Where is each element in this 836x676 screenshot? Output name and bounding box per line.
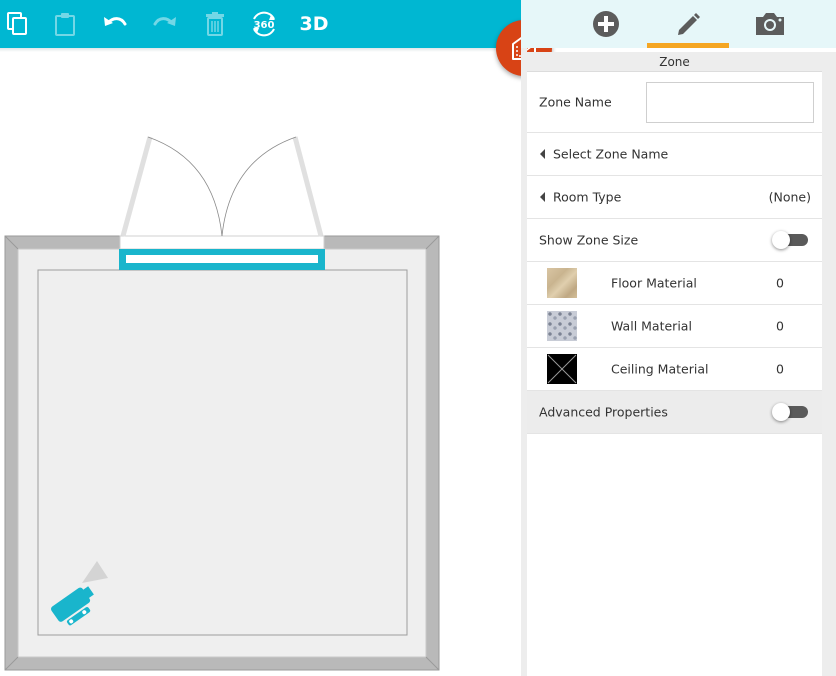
view-3d-button[interactable]: 3D	[296, 6, 332, 42]
zone-name-row: Zone Name	[527, 72, 822, 133]
room-type-row[interactable]: Room Type (None)	[527, 176, 822, 219]
properties-list: Zone Name Select Zone Name Room Type (No…	[527, 72, 822, 434]
wall-material-label: Wall Material	[611, 318, 692, 334]
double-door[interactable]	[119, 136, 325, 270]
zone-name-label: Zone Name	[539, 94, 612, 110]
paste-button[interactable]	[47, 6, 83, 42]
redo-button[interactable]	[147, 6, 183, 42]
panel-tabs	[521, 0, 836, 48]
top-toolbar: 360 3D	[0, 0, 521, 48]
floor-plan-svg	[4, 136, 440, 671]
camera-icon	[756, 13, 784, 35]
advanced-properties-label: Advanced Properties	[539, 404, 668, 420]
advanced-properties-row: Advanced Properties	[527, 391, 822, 434]
floor-material-label: Floor Material	[611, 275, 697, 291]
select-zone-name-row[interactable]: Select Zone Name	[527, 133, 822, 176]
delete-button[interactable]	[197, 6, 233, 42]
select-zone-name-label: Select Zone Name	[553, 146, 669, 162]
trash-icon	[206, 12, 224, 36]
view-3d-label: 3D	[299, 13, 329, 35]
zone-name-input[interactable]	[646, 82, 814, 123]
show-zone-size-toggle[interactable]	[772, 231, 808, 249]
tab-add[interactable]	[565, 0, 647, 48]
redo-icon	[153, 17, 176, 26]
pencil-icon	[678, 13, 700, 35]
wall-material-row[interactable]: Wall Material 0	[527, 305, 822, 348]
ceiling-material-row[interactable]: Ceiling Material 0	[527, 348, 822, 391]
caret-left-icon	[540, 149, 545, 159]
undo-icon	[104, 17, 127, 26]
no-material-icon	[547, 354, 577, 384]
clipboard-icon	[55, 13, 75, 36]
toggle-knob	[772, 403, 790, 421]
advanced-properties-toggle[interactable]	[772, 403, 808, 421]
tab-camera[interactable]	[729, 0, 811, 48]
wall-material-count: 0	[776, 318, 784, 334]
panel-header: Zone	[527, 52, 822, 72]
rotate-360-icon: 360	[253, 11, 275, 37]
view-360-label: 360	[254, 20, 275, 31]
wall-material-swatch[interactable]	[547, 311, 577, 341]
floor-material-swatch[interactable]	[547, 268, 577, 298]
ceiling-material-count: 0	[776, 361, 784, 377]
ceiling-material-swatch[interactable]	[547, 354, 577, 384]
app: 360 3D Zone Zone Name Select Zone Name R…	[0, 0, 836, 676]
show-zone-size-row: Show Zone Size	[527, 219, 822, 262]
toggle-knob	[772, 231, 790, 249]
plus-icon	[593, 11, 619, 37]
copy-button[interactable]	[0, 6, 36, 42]
floor-material-count: 0	[776, 275, 784, 291]
panel-scrollbar[interactable]	[822, 52, 836, 676]
room-type-value: (None)	[768, 189, 811, 205]
room-type-label: Room Type	[553, 189, 622, 205]
view-360-button[interactable]: 360	[246, 6, 282, 42]
floor-plan-canvas[interactable]	[0, 52, 521, 676]
tab-edit[interactable]	[647, 0, 729, 48]
show-zone-size-label: Show Zone Size	[539, 232, 639, 248]
ceiling-material-label: Ceiling Material	[611, 361, 709, 377]
copy-icon	[7, 12, 27, 35]
floor-material-row[interactable]: Floor Material 0	[527, 262, 822, 305]
undo-button[interactable]	[97, 6, 133, 42]
caret-left-icon	[540, 192, 545, 202]
